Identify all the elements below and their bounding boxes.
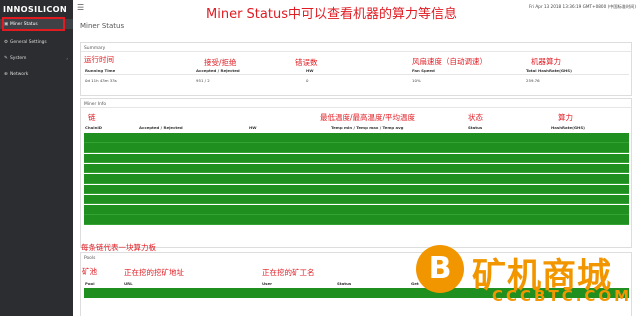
annotation-worker: 正在挖的矿工名 — [262, 268, 315, 277]
sidebar: INNOSILICON ▣ Miner Status ⚙ General Set… — [0, 0, 73, 316]
annotation-pool-url: 正在挖的挖矿地址 — [124, 268, 184, 277]
header-chain-id: ChainID — [85, 125, 103, 130]
annotation-hw-errors: 错误数 — [295, 58, 318, 67]
app-logo: INNOSILICON — [3, 4, 68, 14]
value-fan-speed: 10% — [412, 78, 421, 83]
header-accepted-rejected: Accepted / Rejected — [196, 68, 240, 73]
annotation-pool: 矿池 — [82, 267, 97, 276]
header-hw: HW — [249, 125, 257, 130]
watermark-logo: B — [416, 245, 464, 293]
header-user: User — [262, 281, 273, 286]
summary-title: Summary — [81, 43, 631, 52]
table-row — [84, 215, 629, 225]
value-total-hashrate: 259.76 — [526, 78, 540, 83]
header-status: Status — [468, 125, 483, 130]
header-url: URL — [124, 281, 133, 286]
highlight-box — [2, 17, 65, 31]
sidebar-item-general-settings[interactable]: ⚙ General Settings — [0, 37, 73, 47]
sidebar-item-system[interactable]: ✎ System › — [0, 53, 73, 63]
value-accepted-rejected: 951 / 2 — [196, 78, 210, 83]
header-pool: Pool — [85, 281, 95, 286]
datetime: Fri Apr 13 2018 13:36:19 GMT+0800 (中国标准时… — [529, 4, 636, 9]
menu-icon[interactable]: ☰ — [77, 3, 84, 12]
header-total-hashrate: Total HashRate(GHS) — [526, 68, 572, 73]
value-hw: 0 — [306, 78, 309, 83]
table-row — [84, 153, 629, 164]
annotation-temps: 最低温度/最高温度/平均温度 — [320, 113, 416, 122]
table-row — [84, 194, 629, 205]
annotation-running-time: 运行时间 — [84, 55, 114, 64]
table-row — [84, 184, 629, 195]
annotation-top: Miner Status中可以查看机器的算力等信息 — [206, 7, 457, 22]
chevron-right-icon: › — [66, 55, 68, 61]
annotation-accepted-rejected: 接受/拒绝 — [204, 58, 237, 67]
annotation-status: 状态 — [468, 113, 483, 122]
header-fan-speed: Fan Speed — [412, 68, 435, 73]
header-get: Get — [411, 281, 419, 286]
header-hw: HW — [306, 68, 314, 73]
annotation-total-hashrate: 机器算力 — [531, 57, 561, 66]
table-row — [84, 133, 629, 143]
value-running-time: 0d 11h 43m 33s — [85, 78, 117, 83]
header-hashrate: HashRate(GHS) — [551, 125, 585, 130]
header-running-time: Running Time — [85, 68, 116, 73]
sidebar-item-network[interactable]: ⊕ Network — [0, 69, 73, 79]
summary-panel: Summary Running Time Accepted / Rejected… — [80, 42, 632, 96]
annotation-hashrate: 算力 — [558, 113, 573, 122]
watermark-url: CCCBTC.COM — [492, 287, 633, 305]
sidebar-item-label: General Settings — [10, 39, 47, 45]
header-temps: Temp min / Temp max / Temp avg — [331, 125, 404, 130]
table-row — [84, 174, 629, 184]
sidebar-item-label: System — [10, 55, 27, 61]
table-row — [84, 205, 629, 215]
header-accepted-rejected: Accepted / Rejected — [139, 125, 183, 130]
header-pool-status: Status — [337, 281, 352, 286]
miner-info-title: Miner Info — [81, 99, 631, 108]
annotation-chain: 链 — [88, 113, 96, 122]
table-row — [84, 143, 629, 153]
annotation-fan-speed: 风扇速度（自动调速） — [412, 57, 487, 66]
sidebar-item-label: Network — [10, 71, 29, 77]
table-row — [84, 163, 629, 174]
page-title: Miner Status — [80, 22, 125, 30]
